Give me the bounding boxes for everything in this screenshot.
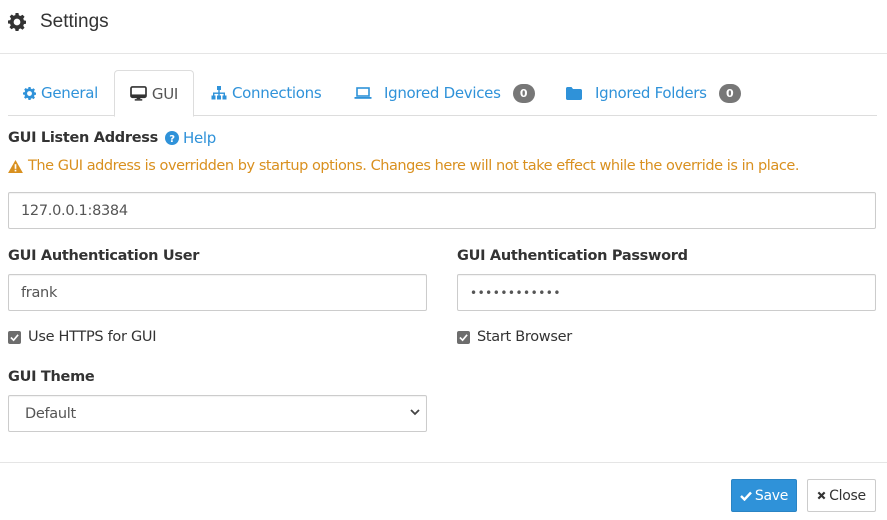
theme-selected-value: Default <box>25 405 76 422</box>
ignored-folders-count-badge: 0 <box>718 83 741 103</box>
close-icon <box>817 491 826 500</box>
close-button-label: Close <box>829 487 866 504</box>
theme-select[interactable]: Default <box>8 395 427 432</box>
chevron-down-icon <box>410 409 420 416</box>
auth-user-input[interactable]: frank <box>8 274 427 311</box>
auth-password-input[interactable]: •••••••••••• <box>457 274 876 311</box>
start-browser-checkbox[interactable]: Start Browser <box>457 329 572 345</box>
help-link-label: Help <box>183 129 216 147</box>
checkbox-checked-icon[interactable] <box>457 330 470 344</box>
tab-label: GUI <box>151 84 179 103</box>
check-icon <box>740 491 752 501</box>
laptop-icon <box>354 87 372 99</box>
save-button-label: Save <box>754 487 789 504</box>
folder-icon <box>566 86 582 100</box>
modal-footer: Save Close <box>0 462 887 520</box>
modal-title-text: Settings <box>40 11 109 32</box>
modal-header: Settings <box>0 0 887 54</box>
modal-title: Settings <box>8 11 109 33</box>
ignored-devices-count-badge: 0 <box>512 83 535 103</box>
warning-text: The GUI address is overridden by startup… <box>28 158 799 174</box>
start-browser-label: Start Browser <box>477 329 572 345</box>
warning-icon <box>8 159 23 173</box>
auth-password-label: GUI Authentication Password <box>457 248 688 264</box>
checkbox-checked-icon[interactable] <box>8 330 21 344</box>
override-warning: The GUI address is overridden by startup… <box>8 158 799 174</box>
gear-icon <box>23 86 36 100</box>
save-button[interactable]: Save <box>731 479 797 512</box>
help-link[interactable]: ? Help <box>165 129 216 147</box>
tab-general[interactable]: General <box>23 70 98 116</box>
tab-label: Ignored Devices <box>384 84 501 102</box>
auth-password-value: •••••••••••• <box>470 285 561 300</box>
auth-user-value: frank <box>21 284 58 301</box>
listen-address-label: GUI Listen Address <box>8 130 158 146</box>
tab-label: Ignored Folders <box>595 84 707 102</box>
tab-gui[interactable]: GUI <box>114 70 194 117</box>
gear-icon <box>8 13 26 31</box>
desktop-icon <box>130 86 147 101</box>
tab-ignored-devices[interactable]: Ignored Devices 0 <box>354 70 535 116</box>
use-https-label: Use HTTPS for GUI <box>28 329 157 345</box>
listen-address-input[interactable]: 127.0.0.1:8384 <box>8 192 876 229</box>
settings-tabs: General GUI Connections Ignored Devices … <box>8 70 877 117</box>
tab-ignored-folders[interactable]: Ignored Folders 0 <box>566 70 741 116</box>
theme-label: GUI Theme <box>8 369 95 385</box>
auth-user-label: GUI Authentication User <box>8 248 200 264</box>
svg-text:?: ? <box>169 134 175 145</box>
tab-label: General <box>41 84 99 102</box>
tab-label: Connections <box>232 84 322 102</box>
question-circle-icon: ? <box>165 131 179 145</box>
tab-connections[interactable]: Connections <box>211 70 322 116</box>
sitemap-icon <box>211 86 227 100</box>
use-https-checkbox[interactable]: Use HTTPS for GUI <box>8 329 157 345</box>
listen-address-value: 127.0.0.1:8384 <box>21 202 128 219</box>
close-button[interactable]: Close <box>807 479 876 512</box>
